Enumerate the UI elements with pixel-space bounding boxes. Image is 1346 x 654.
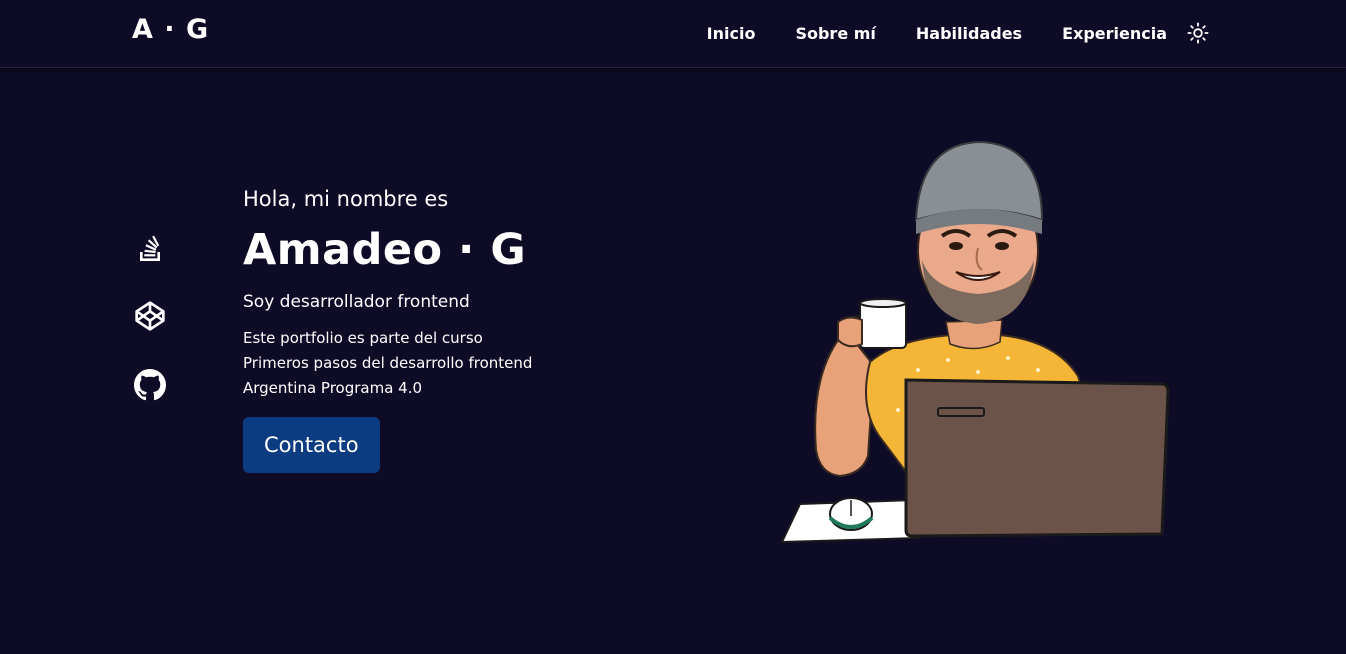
theme-toggle-button[interactable] [1187, 22, 1209, 44]
description-line: Argentina Programa 4.0 [243, 379, 423, 397]
contact-button[interactable]: Contacto [243, 417, 380, 473]
github-link[interactable] [132, 367, 168, 403]
hero-description: Este portfolio es parte del curso Primer… [243, 326, 663, 401]
hero-section: Hola, mi nombre es Amadeo · G Soy desarr… [243, 184, 663, 473]
hero-greeting: Hola, mi nombre es [243, 187, 449, 211]
main-nav: Inicio Sobre mí Habilidades Experiencia [707, 22, 1209, 44]
nav-link-sobre-mi[interactable]: Sobre mí [795, 24, 875, 43]
nav-link-experiencia[interactable]: Experiencia [1062, 24, 1167, 43]
codepen-link[interactable] [132, 298, 168, 334]
description-line: Primeros pasos del desarrollo frontend [243, 354, 533, 372]
description-line: Este portfolio es parte del curso [243, 329, 483, 347]
hero-name: Amadeo · G [243, 225, 527, 275]
nav-link-habilidades[interactable]: Habilidades [916, 24, 1022, 43]
github-icon [134, 369, 166, 401]
stack-overflow-link[interactable] [132, 230, 168, 266]
nav-link-inicio[interactable]: Inicio [707, 24, 756, 43]
site-logo[interactable]: A · G [132, 14, 209, 45]
top-navigation-bar: A · G Inicio Sobre mí Habilidades Experi… [0, 0, 1346, 68]
hero-role: Soy desarrollador frontend [243, 292, 470, 312]
sun-icon [1187, 22, 1209, 44]
avatar-illustration [778, 140, 1170, 544]
codepen-icon [135, 301, 165, 331]
stack-overflow-icon [140, 235, 160, 261]
